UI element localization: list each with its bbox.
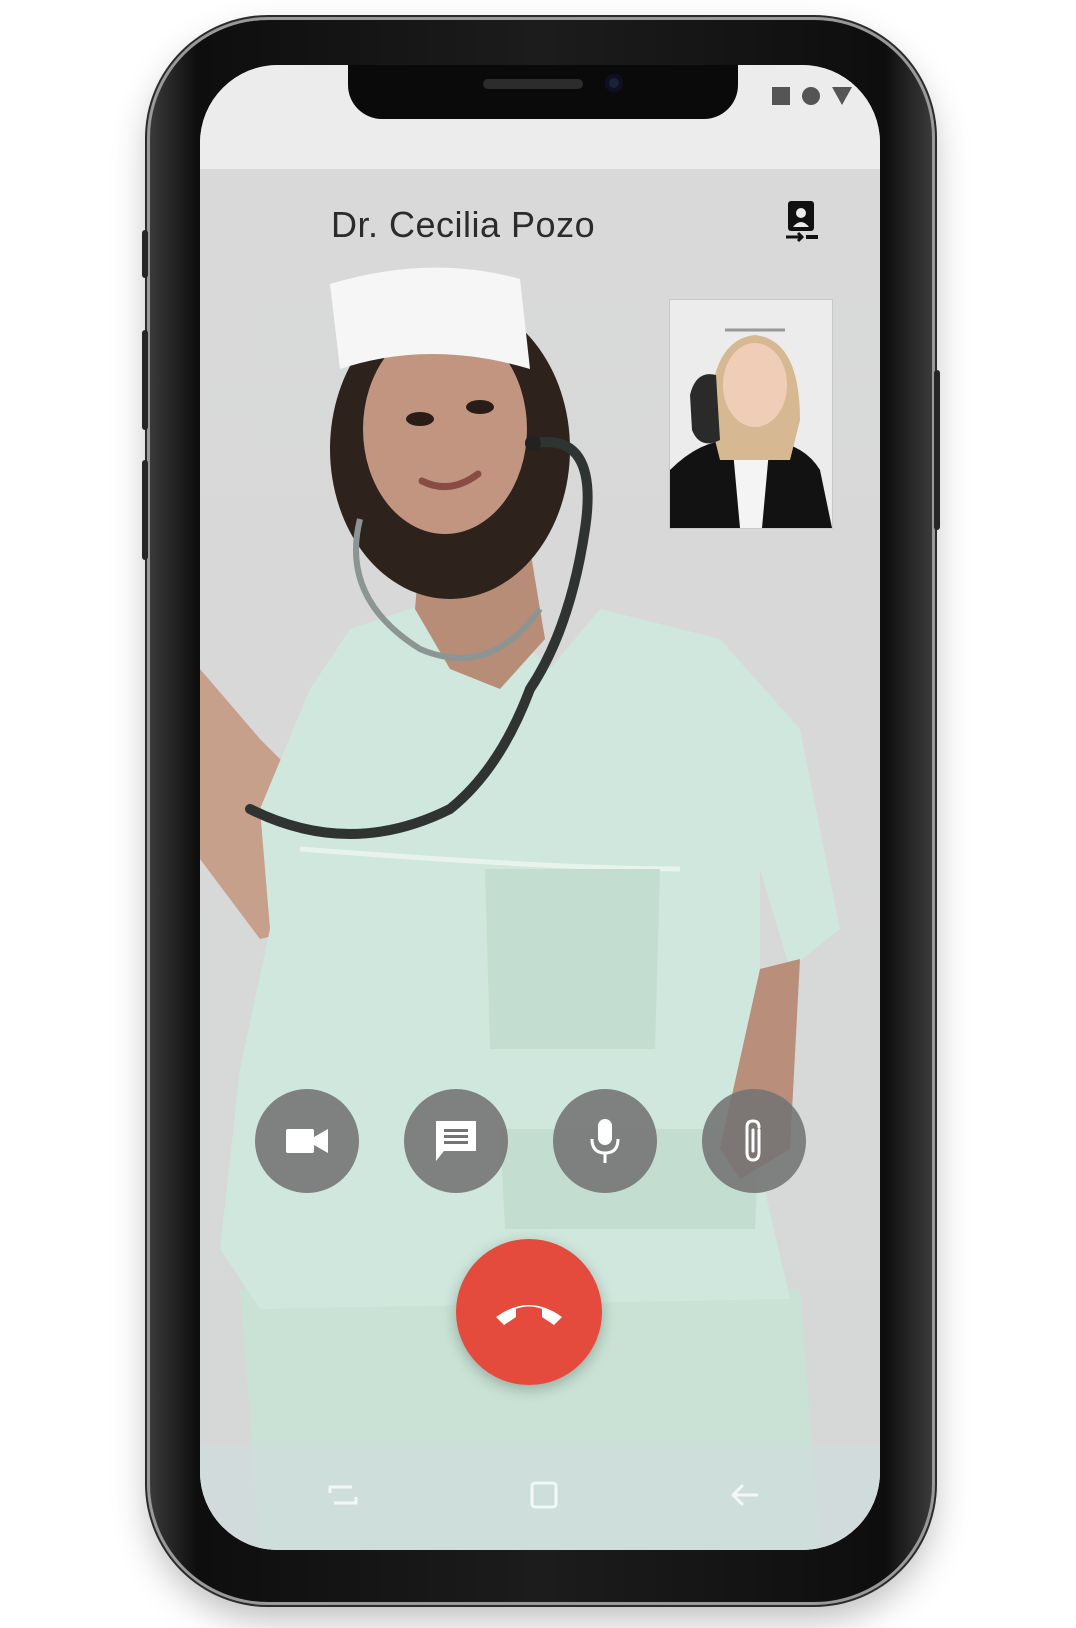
chat-button[interactable] [404, 1089, 508, 1193]
back-icon [730, 1483, 758, 1507]
paperclip-icon [745, 1119, 761, 1162]
self-view-video[interactable] [669, 299, 833, 529]
home-icon [530, 1481, 558, 1509]
attachment-button[interactable] [702, 1089, 806, 1193]
caller-name: Dr. Cecilia Pozo [331, 204, 596, 245]
microphone-icon [590, 1119, 620, 1163]
notch [348, 65, 738, 119]
switch-camera-button[interactable] [782, 199, 822, 245]
mute-switch [142, 230, 148, 278]
home-button[interactable] [530, 1481, 558, 1514]
self-view-image [670, 300, 832, 528]
microphone-button[interactable] [553, 1089, 657, 1193]
volume-down-button [142, 460, 148, 560]
navigation-bar [200, 1445, 880, 1550]
end-call-button[interactable] [456, 1239, 602, 1385]
remote-video-feed: Dr. Cecilia Pozo [200, 169, 880, 1550]
recent-apps-icon [328, 1485, 358, 1505]
power-button [934, 370, 940, 530]
phone-hangup-icon [496, 1305, 562, 1325]
status-icons [772, 87, 852, 105]
screen: Dr. Cecilia Pozo [200, 65, 880, 1550]
recent-apps-button[interactable] [328, 1483, 358, 1512]
video-camera-button[interactable] [255, 1089, 359, 1193]
front-camera [605, 74, 623, 92]
circle-icon [802, 87, 820, 105]
earpiece-speaker [483, 79, 583, 89]
video-camera-icon [286, 1129, 328, 1153]
square-icon [772, 87, 790, 105]
switch-camera-icon [786, 201, 818, 243]
back-button[interactable] [730, 1482, 760, 1513]
call-controls [255, 1089, 806, 1193]
volume-up-button [142, 330, 148, 430]
chat-bubble-icon [436, 1121, 476, 1161]
triangle-down-icon [832, 87, 852, 105]
